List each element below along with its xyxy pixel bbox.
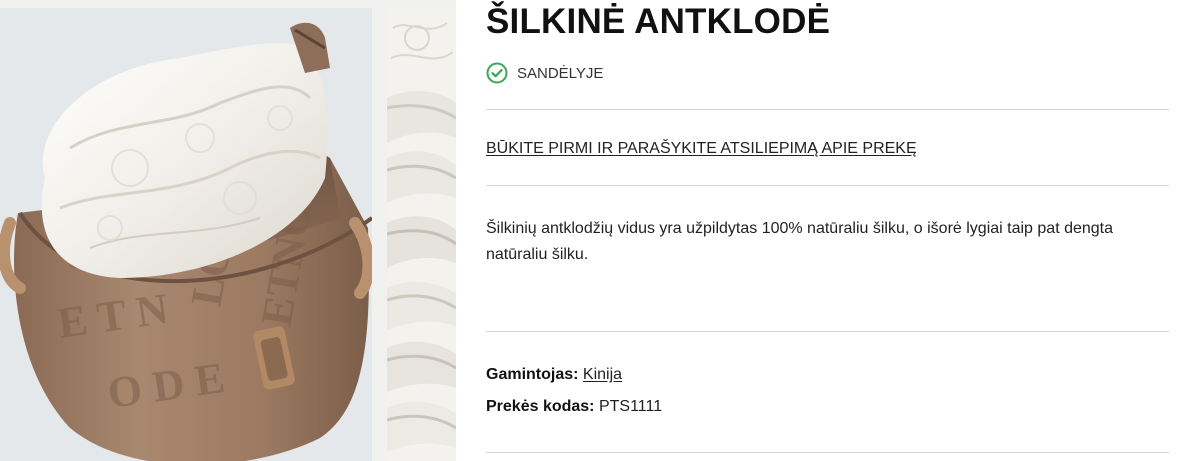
silk-duvet-in-bag-image: E T N O D E LODE ETNO	[0, 8, 372, 461]
secondary-product-image[interactable]	[387, 8, 456, 461]
divider	[486, 452, 1169, 453]
product-code-value: PTS1111	[598, 398, 663, 415]
manufacturer-row: Gamintojas: Kinija	[486, 366, 622, 384]
product-gallery: E T N O D E LODE ETNO	[0, 0, 456, 461]
check-circle-icon	[486, 62, 508, 84]
product-code-label: Prekės kodas:	[486, 398, 595, 415]
product-code-row: Prekės kodas: PTS1111	[486, 398, 662, 416]
manufacturer-link[interactable]: Kinija	[583, 366, 622, 383]
divider	[486, 185, 1169, 186]
product-title: ŠILKINĖ ANTKLODĖ	[486, 2, 831, 41]
stock-status-label: SANDĖLYJE	[517, 64, 604, 82]
product-description: Šilkinių antklodžių vidus yra užpildytas…	[486, 220, 1114, 263]
write-review-link[interactable]: BŪKITE PIRMI IR PARAŠYKITE ATSILIEPIMĄ A…	[486, 140, 917, 158]
product-page: E T N O D E LODE ETNO	[0, 0, 1199, 461]
manufacturer-label: Gamintojas:	[486, 366, 579, 383]
stock-status: SANDĖLYJE	[486, 62, 603, 84]
main-product-image[interactable]: E T N O D E LODE ETNO	[0, 8, 372, 461]
silk-duvet-stack-image	[387, 8, 456, 461]
divider	[486, 109, 1169, 110]
divider	[486, 331, 1169, 332]
